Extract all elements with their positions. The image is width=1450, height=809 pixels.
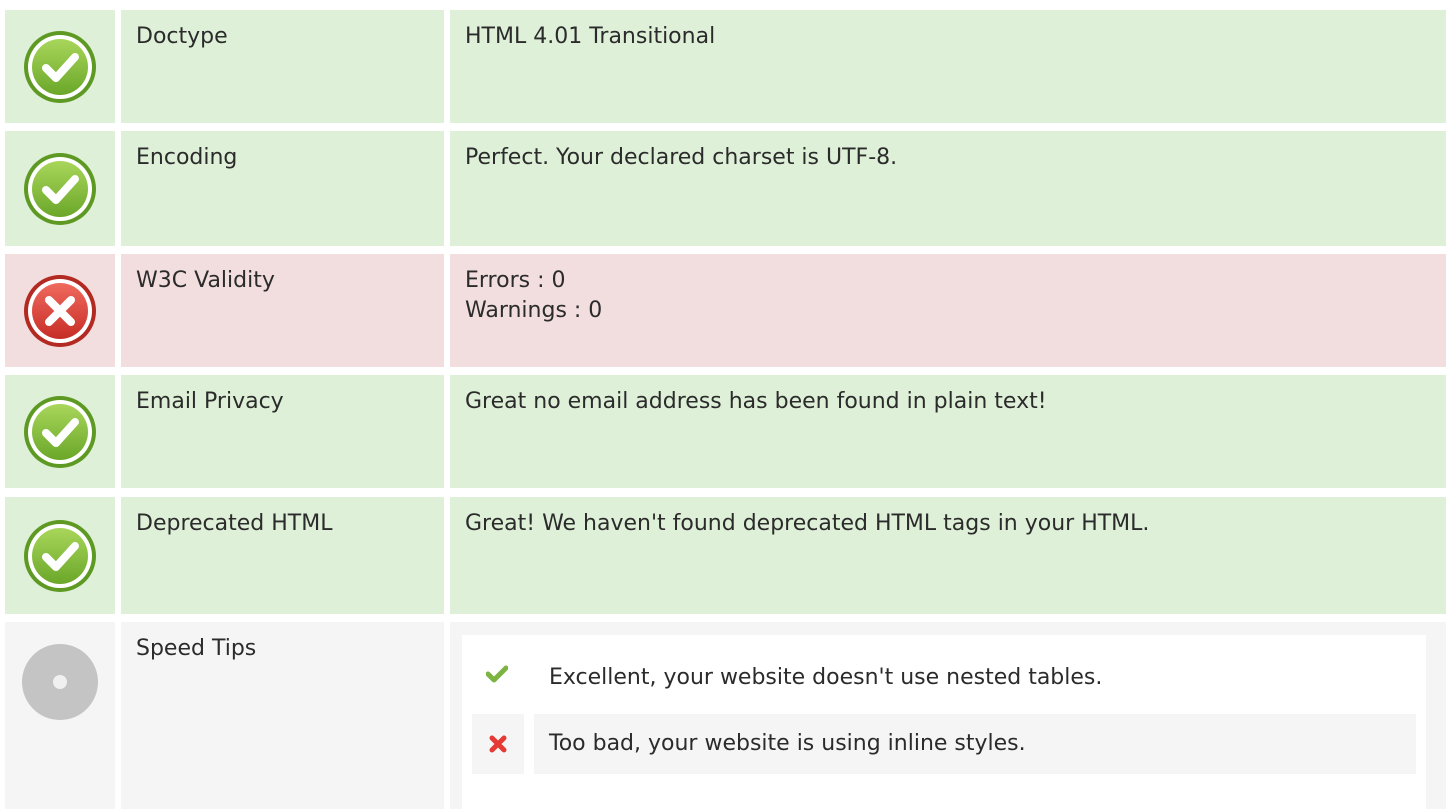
status-cell bbox=[5, 375, 115, 488]
check-circle-icon bbox=[22, 29, 98, 105]
check-label: Encoding bbox=[121, 131, 444, 246]
tip-status bbox=[472, 648, 524, 708]
tip-status bbox=[472, 714, 524, 774]
check-row-w3c-validity: W3C Validity Errors : 0 Warnings : 0 bbox=[5, 254, 1446, 367]
errors-count: Errors : 0 bbox=[465, 268, 566, 293]
check-circle-icon bbox=[22, 518, 98, 594]
value-line: Perfect. Your declared charset is UTF-8. bbox=[465, 145, 898, 170]
check-label: Doctype bbox=[121, 10, 444, 123]
tip-text: Too bad, your website is using inline st… bbox=[534, 714, 1416, 774]
speed-tip-item: Too bad, your website is using inline st… bbox=[472, 714, 1416, 774]
status-cell bbox=[5, 131, 115, 246]
speed-tips-panel: Excellent, your website doesn't use nest… bbox=[450, 622, 1446, 809]
tip-text: Excellent, your website doesn't use nest… bbox=[549, 665, 1103, 690]
check-label: Email Privacy bbox=[121, 375, 444, 488]
x-mark-icon bbox=[489, 735, 507, 753]
check-row-email-privacy: Email Privacy Great no email address has… bbox=[5, 375, 1446, 488]
check-mark-icon bbox=[486, 665, 508, 683]
check-value: Errors : 0 Warnings : 0 bbox=[450, 254, 1446, 367]
check-circle-icon bbox=[22, 394, 98, 470]
status-cell bbox=[5, 254, 115, 367]
value-line: Great! We haven't found deprecated HTML … bbox=[465, 511, 1150, 536]
cross-circle-icon bbox=[22, 273, 98, 349]
check-row-deprecated-html: Deprecated HTML Great! We haven't found … bbox=[5, 497, 1446, 614]
check-circle-icon bbox=[22, 151, 98, 227]
status-cell bbox=[5, 622, 115, 809]
speed-tip-item: Excellent, your website doesn't use nest… bbox=[472, 648, 1416, 708]
check-label: W3C Validity bbox=[121, 254, 444, 367]
value-line: HTML 4.01 Transitional bbox=[465, 24, 716, 49]
check-row-encoding: Encoding Perfect. Your declared charset … bbox=[5, 131, 1446, 246]
value-line: Great no email address has been found in… bbox=[465, 389, 1047, 414]
seo-report-section: Doctype HTML 4.01 Transitional Encoding … bbox=[0, 0, 1450, 809]
check-label: Deprecated HTML bbox=[121, 497, 444, 614]
status-cell bbox=[5, 497, 115, 614]
check-value: HTML 4.01 Transitional bbox=[450, 10, 1446, 123]
speed-tips-list: Excellent, your website doesn't use nest… bbox=[462, 635, 1426, 809]
warnings-count: Warnings : 0 bbox=[465, 298, 603, 323]
check-value: Great no email address has been found in… bbox=[450, 375, 1446, 488]
check-row-speed-tips: Speed Tips Excellent, your website doesn… bbox=[5, 622, 1446, 809]
neutral-circle-icon bbox=[22, 644, 98, 720]
status-cell bbox=[5, 10, 115, 123]
check-value: Great! We haven't found deprecated HTML … bbox=[450, 497, 1446, 614]
check-value: Perfect. Your declared charset is UTF-8. bbox=[450, 131, 1446, 246]
check-label: Speed Tips bbox=[121, 622, 444, 809]
check-row-doctype: Doctype HTML 4.01 Transitional bbox=[5, 10, 1446, 123]
